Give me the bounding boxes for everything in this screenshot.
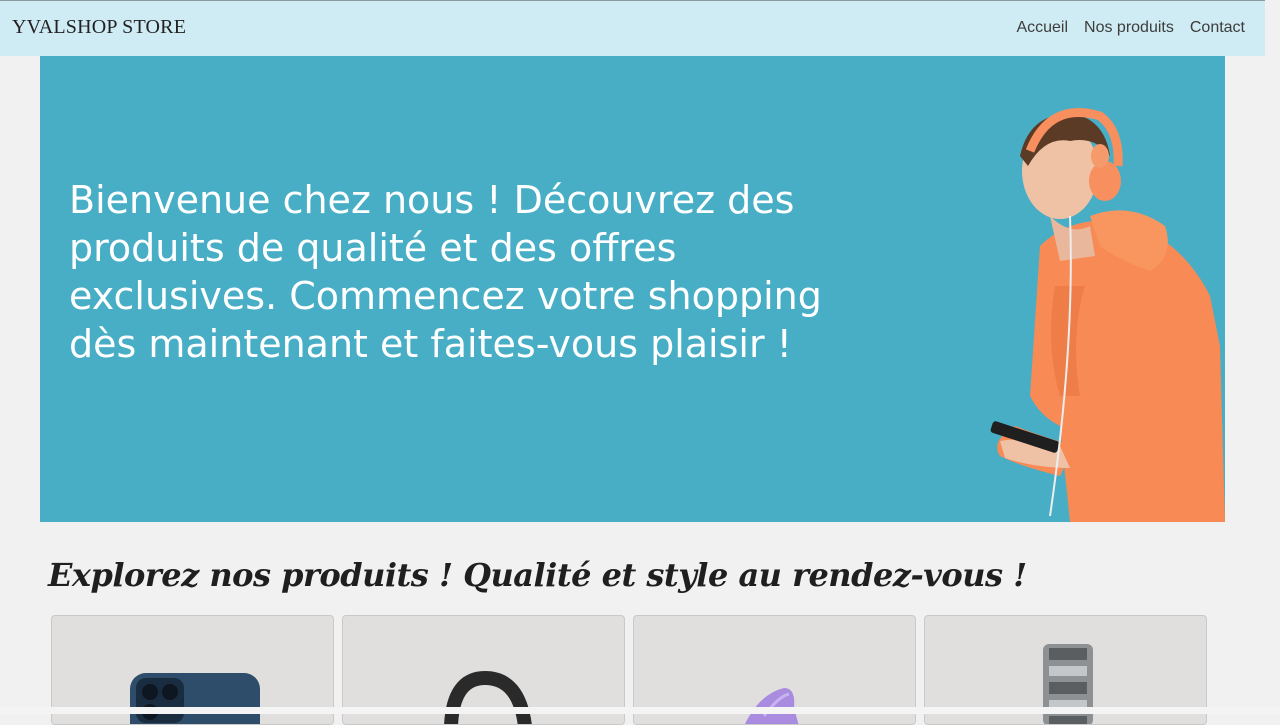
scrollbar[interactable] bbox=[1265, 0, 1280, 714]
hero-person-image bbox=[990, 108, 1225, 522]
nav-link-nos-produits[interactable]: Nos produits bbox=[1084, 19, 1174, 37]
bottom-edge bbox=[0, 707, 1280, 714]
brand-logo[interactable]: YVALSHOP STORE bbox=[12, 16, 186, 39]
hero-banner: Bienvenue chez nous ! Découvrez des prod… bbox=[40, 56, 1225, 522]
nav-link-accueil[interactable]: Accueil bbox=[1016, 19, 1068, 37]
nav-links: Accueil Nos produits Contact bbox=[1016, 19, 1245, 37]
nav-link-contact[interactable]: Contact bbox=[1190, 19, 1245, 37]
top-navbar: YVALSHOP STORE Accueil Nos produits Cont… bbox=[0, 0, 1265, 56]
products-section-title: Explorez nos produits ! Qualité et style… bbox=[48, 556, 1027, 594]
hero-message: Bienvenue chez nous ! Découvrez des prod… bbox=[69, 178, 822, 366]
